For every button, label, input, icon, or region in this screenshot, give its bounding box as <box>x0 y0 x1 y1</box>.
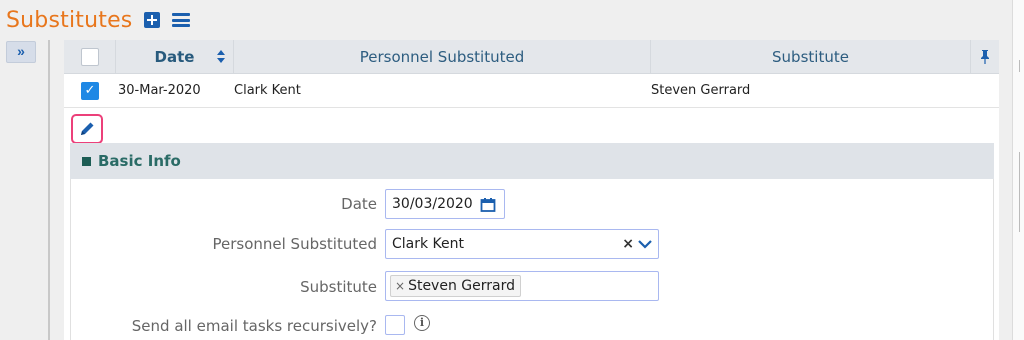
cell-date: 30-Mar-2020 <box>118 83 201 98</box>
title-bar: Substitutes <box>6 4 191 36</box>
column-header-substitute[interactable]: Substitute <box>651 39 971 74</box>
column-header-date[interactable]: Date <box>116 39 234 74</box>
cell-substitute: Steven Gerrard <box>651 83 751 98</box>
send-email-checkbox[interactable] <box>385 315 405 335</box>
remove-tag-icon[interactable]: × <box>395 279 405 293</box>
substitute-label: Substitute <box>300 278 377 296</box>
right-panel <box>1012 0 1024 340</box>
chevron-down-icon <box>638 240 652 249</box>
clear-icon[interactable]: × <box>622 236 634 252</box>
grid-header: Date Personnel Substituted Substitute <box>64 39 999 74</box>
personnel-select[interactable]: Clark Kent × <box>385 229 659 259</box>
edit-button[interactable] <box>71 114 103 144</box>
personnel-label: Personnel Substituted <box>212 235 377 253</box>
basic-info-form: Date 30/03/2020 Personnel Substituted Cl… <box>70 179 994 340</box>
section-header-basic-info[interactable]: Basic Info <box>70 143 994 179</box>
sort-icon[interactable] <box>217 49 225 64</box>
add-icon[interactable] <box>144 12 161 28</box>
substitutes-grid: Date Personnel Substituted Substitute ✓ … <box>64 39 999 340</box>
substitute-tag: × Steven Gerrard <box>390 275 521 297</box>
row-checkbox[interactable]: ✓ <box>81 81 99 100</box>
date-field[interactable]: 30/03/2020 <box>385 189 505 219</box>
menu-icon[interactable] <box>172 12 191 28</box>
page-title: Substitutes <box>6 7 133 33</box>
section-square-icon <box>82 156 91 166</box>
divider <box>48 40 50 340</box>
substitute-multiselect[interactable]: × Steven Gerrard <box>385 271 659 301</box>
expand-sidebar-button[interactable]: » <box>6 41 36 63</box>
calendar-icon <box>480 198 496 212</box>
select-all-checkbox[interactable] <box>64 39 116 74</box>
date-label: Date <box>341 195 377 213</box>
pencil-icon <box>81 122 94 135</box>
send-email-label: Send all email tasks recursively? <box>131 317 377 335</box>
column-header-personnel[interactable]: Personnel Substituted <box>234 39 651 74</box>
cell-personnel: Clark Kent <box>234 83 301 98</box>
info-icon[interactable]: i <box>414 315 430 331</box>
table-row[interactable]: ✓ 30-Mar-2020 Clark Kent Steven Gerrard <box>64 74 999 108</box>
pin-icon[interactable] <box>971 40 999 74</box>
